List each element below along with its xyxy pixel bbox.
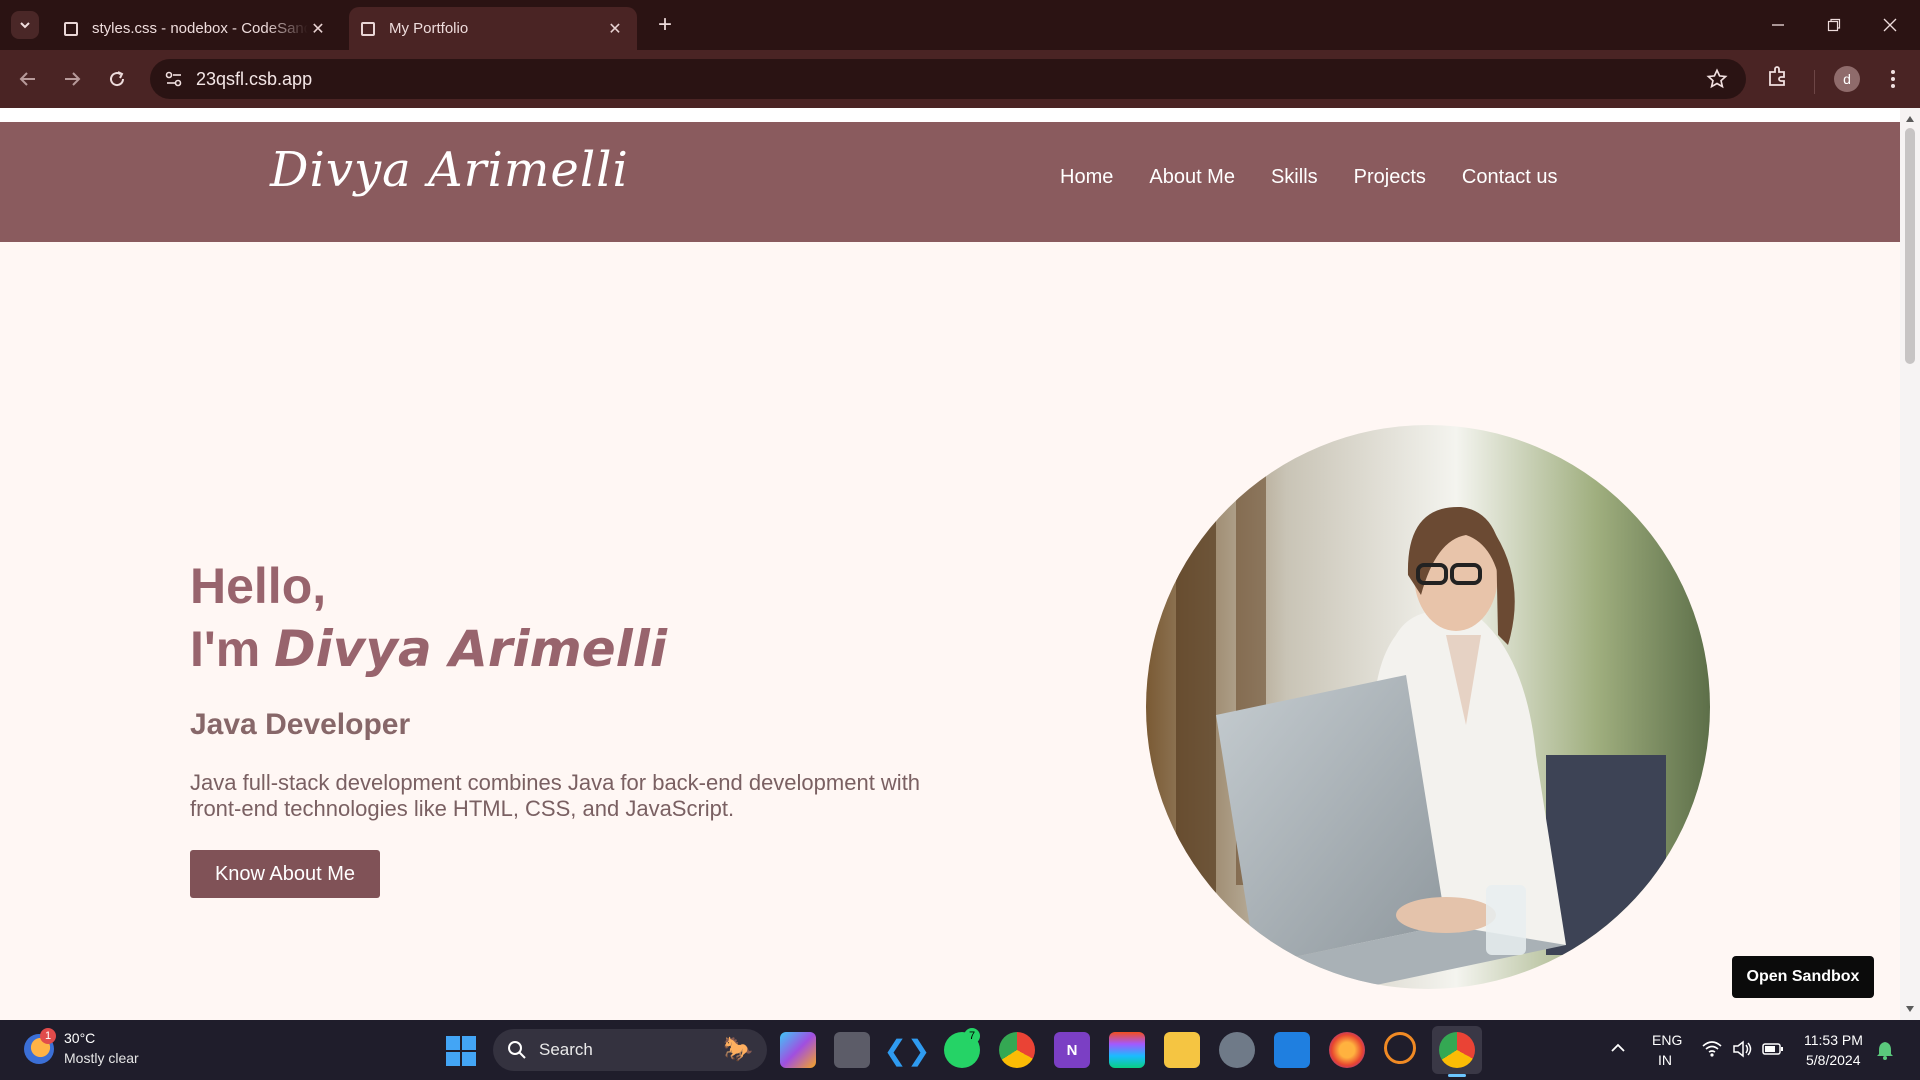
volume-icon[interactable] xyxy=(1732,1040,1754,1058)
scrollbar-thumb[interactable] xyxy=(1905,128,1915,364)
codesandbox-favicon-icon xyxy=(64,21,78,36)
chevron-down-icon xyxy=(20,22,30,29)
minimize-button[interactable] xyxy=(1750,0,1806,50)
close-tab-icon[interactable]: ✕ xyxy=(605,19,625,39)
chevron-up-icon[interactable] xyxy=(1610,1040,1626,1056)
restore-icon xyxy=(1827,18,1841,32)
arrow-right-icon xyxy=(65,72,81,86)
windows-taskbar: 1 30°C Mostly clear Search 🐎 ❮❯ 7 N ENG … xyxy=(0,1020,1920,1080)
know-about-me-button[interactable]: Know About Me xyxy=(190,850,380,898)
language-indicator[interactable]: ENG xyxy=(1652,1032,1682,1048)
copilot-app-icon[interactable] xyxy=(780,1032,816,1068)
more-vertical-icon xyxy=(1891,70,1895,88)
scroll-up-arrow-icon[interactable] xyxy=(1906,116,1914,122)
new-tab-button[interactable]: + xyxy=(650,10,680,40)
hero-intro: I'm Divya Arimelli xyxy=(190,616,667,682)
tab-my-portfolio[interactable]: My Portfolio ✕ xyxy=(349,7,637,50)
windows-logo-tile xyxy=(462,1052,476,1066)
clock-time[interactable]: 11:53 PM xyxy=(1804,1032,1863,1048)
nav-home[interactable]: Home xyxy=(1060,166,1113,189)
back-button[interactable] xyxy=(13,64,43,94)
url-text: 23qsfl.csb.app xyxy=(196,69,313,89)
restore-button[interactable] xyxy=(1806,0,1862,50)
extensions-puzzle-icon[interactable] xyxy=(1766,64,1790,88)
page-scrollbar[interactable] xyxy=(1900,108,1920,1020)
nav-contact-us[interactable]: Contact us xyxy=(1462,166,1558,189)
site-header: Divya Arimelli Home About Me Skills Proj… xyxy=(0,122,1900,242)
weather-temperature[interactable]: 30°C xyxy=(64,1030,95,1046)
nav-skills[interactable]: Skills xyxy=(1271,166,1318,189)
region-indicator[interactable]: IN xyxy=(1658,1052,1672,1068)
site-nav-links: Home About Me Skills Projects Contact us xyxy=(1060,166,1594,189)
hero-greeting: Hello, xyxy=(190,558,327,614)
page-top-strip xyxy=(0,108,1900,122)
whatsapp-badge: 7 xyxy=(964,1028,980,1044)
bookmark-star-icon[interactable] xyxy=(1706,68,1728,90)
close-window-button[interactable] xyxy=(1862,0,1918,50)
onenote-app-icon[interactable]: N xyxy=(1054,1032,1090,1068)
mail-app-icon[interactable] xyxy=(1274,1032,1310,1068)
nav-about-me[interactable]: About Me xyxy=(1149,166,1235,189)
weather-notification-badge: 1 xyxy=(40,1028,56,1044)
eclipse-app-icon[interactable] xyxy=(1384,1032,1416,1064)
windows-logo-tile xyxy=(462,1036,476,1050)
firefox-app-icon[interactable] xyxy=(1329,1032,1365,1068)
close-icon xyxy=(1883,18,1897,32)
battery-icon[interactable] xyxy=(1762,1040,1784,1058)
horse-highlight-icon: 🐎 xyxy=(723,1036,753,1063)
hero-intro-prefix: I'm xyxy=(190,621,275,677)
forward-button[interactable] xyxy=(57,64,87,94)
nav-projects[interactable]: Projects xyxy=(1354,166,1426,189)
tab-title: styles.css - nodebox - CodeSandbox xyxy=(92,20,308,37)
search-label: Search xyxy=(539,1040,593,1059)
task-view-icon[interactable] xyxy=(834,1032,870,1068)
file-explorer-icon[interactable] xyxy=(1164,1032,1200,1068)
browser-tab-bar: styles.css - nodebox - CodeSandbox ✕ My … xyxy=(0,0,1920,50)
clock-date[interactable]: 5/8/2024 xyxy=(1806,1052,1861,1068)
hero-role: Java Developer xyxy=(190,708,411,741)
taskbar-search[interactable]: Search 🐎 xyxy=(493,1029,767,1071)
tab-search-button[interactable] xyxy=(11,11,39,39)
profile-avatar[interactable]: d xyxy=(1834,66,1860,92)
chrome-profile-app-icon[interactable] xyxy=(1439,1032,1475,1068)
reload-button[interactable] xyxy=(102,64,132,94)
page-viewport: Divya Arimelli Home About Me Skills Proj… xyxy=(0,108,1900,1020)
vscode-app-icon[interactable]: ❮❯ xyxy=(884,1032,931,1068)
weather-condition[interactable]: Mostly clear xyxy=(64,1050,139,1066)
windows-logo-tile xyxy=(446,1036,460,1050)
toolbar-divider xyxy=(1814,70,1815,94)
windows-start-button[interactable] xyxy=(446,1036,476,1066)
active-app-indicator xyxy=(1448,1074,1466,1077)
chrome-app-icon[interactable] xyxy=(999,1032,1035,1068)
settings-gear-icon[interactable] xyxy=(1219,1032,1255,1068)
browser-menu-button[interactable] xyxy=(1880,66,1906,92)
tab-codesandbox[interactable]: styles.css - nodebox - CodeSandbox ✕ xyxy=(52,7,340,50)
browser-toolbar: 23qsfl.csb.app xyxy=(0,50,1920,108)
site-info-icon[interactable] xyxy=(164,69,184,89)
codesandbox-favicon-icon xyxy=(361,21,375,36)
address-bar[interactable]: 23qsfl.csb.app xyxy=(150,59,1746,99)
notification-bell-icon[interactable] xyxy=(1876,1040,1894,1060)
search-icon xyxy=(508,1041,526,1059)
figma-app-icon[interactable] xyxy=(1109,1032,1145,1068)
tab-title: My Portfolio xyxy=(389,20,469,37)
open-sandbox-button[interactable]: Open Sandbox xyxy=(1732,956,1874,998)
profile-photo xyxy=(1146,425,1710,989)
site-logo[interactable]: Divya Arimelli xyxy=(270,142,629,198)
wifi-icon[interactable] xyxy=(1702,1040,1722,1058)
arrow-left-icon xyxy=(19,72,35,86)
scroll-down-arrow-icon[interactable] xyxy=(1906,1006,1914,1012)
hero-name: Divya Arimelli xyxy=(274,620,668,678)
minimize-icon xyxy=(1772,24,1784,26)
windows-logo-tile xyxy=(446,1052,460,1066)
woman-with-laptop-image xyxy=(1146,425,1710,989)
reload-icon xyxy=(110,71,125,87)
close-tab-icon[interactable]: ✕ xyxy=(308,19,328,39)
hero-description: Java full-stack development combines Jav… xyxy=(190,770,921,821)
